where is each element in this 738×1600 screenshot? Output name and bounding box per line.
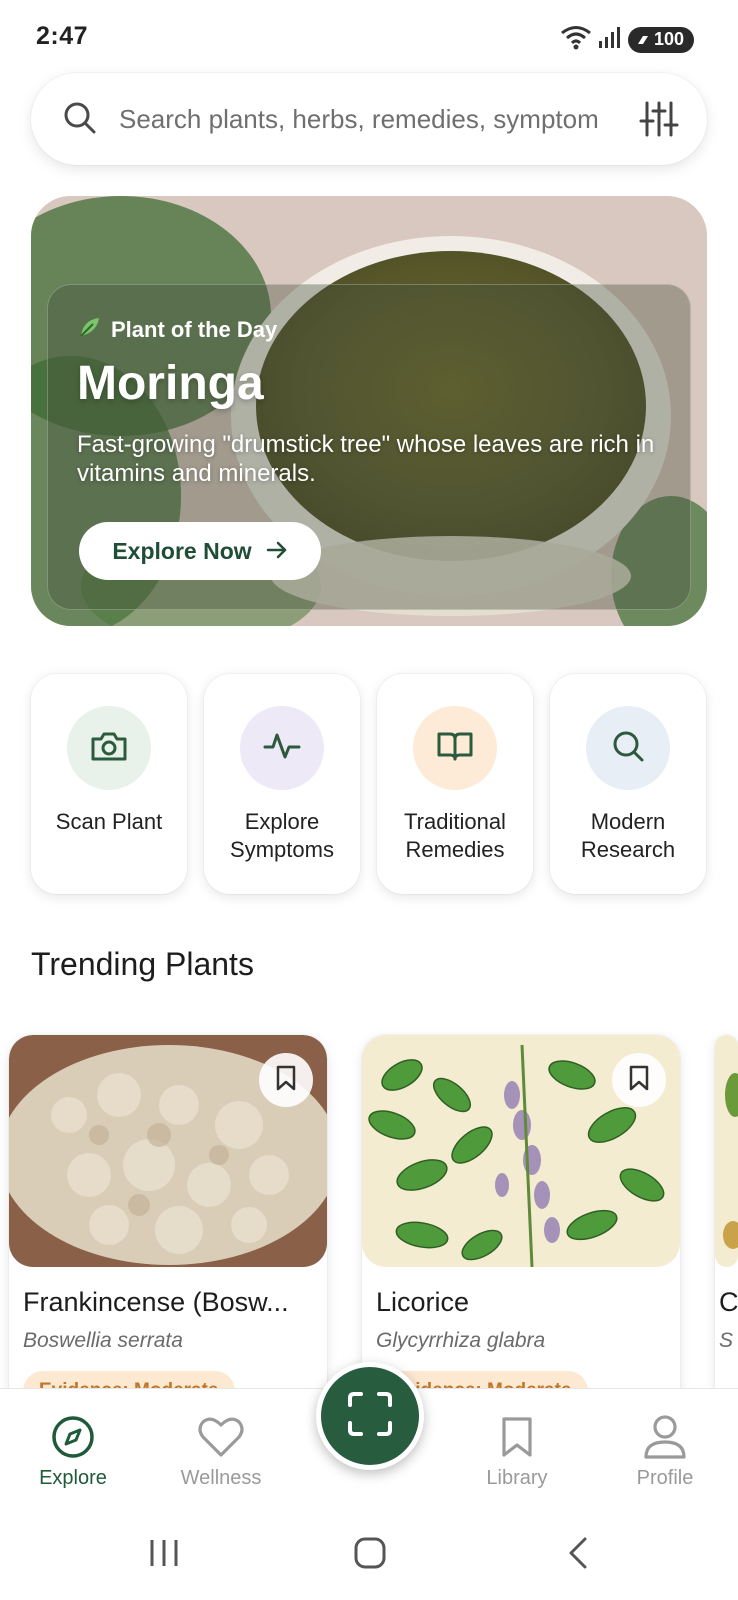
nav-label: Wellness: [180, 1467, 262, 1489]
person-icon: [643, 1413, 687, 1461]
search-input[interactable]: [119, 95, 649, 143]
traditional-remedies-button[interactable]: Traditional Remedies: [377, 674, 533, 894]
explore-now-label: Explore Now: [112, 537, 252, 564]
section-title: Trending Plants: [31, 946, 254, 982]
home-button[interactable]: [340, 1532, 400, 1578]
back-button[interactable]: [548, 1532, 608, 1578]
scan-button[interactable]: [316, 1362, 424, 1470]
plant-name: C: [719, 1287, 738, 1317]
sliders-icon[interactable]: [639, 99, 679, 144]
quick-action-label: Explore Symptoms: [230, 809, 334, 862]
bookmark-button[interactable]: [259, 1053, 313, 1107]
recent-apps-button[interactable]: [134, 1532, 194, 1578]
nav-profile[interactable]: Profile: [610, 1389, 720, 1511]
system-navigation: [0, 1510, 738, 1600]
modern-research-button[interactable]: Modern Research: [550, 674, 706, 894]
status-bar: 2:47 100: [0, 0, 738, 72]
bookmark-icon: [500, 1413, 534, 1461]
bookmark-icon: [275, 1064, 297, 1097]
heart-icon: [197, 1413, 245, 1461]
hero-tag: Plant of the Day: [77, 314, 277, 346]
book-icon: [435, 729, 475, 768]
quick-icon-circle: [413, 706, 497, 790]
hero-title: Moringa: [77, 357, 264, 410]
plant-name: Licorice: [376, 1287, 470, 1317]
nav-label: Library: [486, 1467, 548, 1489]
nav-library[interactable]: Library: [462, 1389, 572, 1511]
nav-explore[interactable]: Explore: [18, 1389, 128, 1511]
nav-label: Profile: [636, 1467, 694, 1489]
explore-now-button[interactable]: Explore Now: [79, 522, 321, 580]
back-icon: [566, 1536, 590, 1575]
explore-symptoms-button[interactable]: Explore Symptoms: [204, 674, 360, 894]
quick-action-label: Scan Plant: [55, 809, 163, 834]
search-icon: [609, 727, 647, 770]
home-icon: [353, 1536, 387, 1575]
battery-level: 100: [653, 29, 684, 49]
plant-scientific-name: Glycyrrhiza glabra: [376, 1329, 546, 1352]
hero-description: Fast-growing "drumstick tree" whose leav…: [77, 431, 655, 487]
signal-icon: [598, 25, 622, 54]
search-bar[interactable]: [31, 73, 707, 165]
nav-wellness[interactable]: Wellness: [166, 1389, 276, 1511]
camera-icon: [89, 729, 129, 768]
quick-icon-circle: [240, 706, 324, 790]
quick-action-label: Traditional Remedies: [404, 809, 506, 862]
bookmark-button[interactable]: [612, 1053, 666, 1107]
plant-image: [715, 1035, 738, 1267]
recent-apps-icon: [148, 1538, 180, 1573]
hero-tag-label: Plant of the Day: [111, 317, 278, 342]
quick-icon-circle: [67, 706, 151, 790]
bookmark-icon: [628, 1064, 650, 1097]
plant-name: Frankincense (Bosw...: [23, 1287, 289, 1317]
quick-icon-circle: [586, 706, 670, 790]
search-icon: [61, 99, 99, 142]
scan-plant-button[interactable]: Scan Plant: [31, 674, 187, 894]
pulse-icon: [262, 729, 302, 768]
wifi-icon: [560, 24, 592, 55]
status-icons: 100: [560, 24, 694, 55]
plant-scientific-name: Boswellia serrata: [23, 1329, 183, 1352]
arrow-right-icon: [266, 538, 288, 565]
quick-action-label: Modern Research: [580, 809, 676, 862]
leaf-icon: [77, 314, 103, 346]
plant-scientific-name: S: [719, 1329, 734, 1352]
nav-label: Explore: [39, 1467, 107, 1489]
battery-icon: 100: [627, 26, 694, 53]
status-time: 2:47: [36, 22, 89, 50]
scan-frame-icon: [347, 1391, 393, 1442]
compass-icon: [50, 1413, 96, 1461]
